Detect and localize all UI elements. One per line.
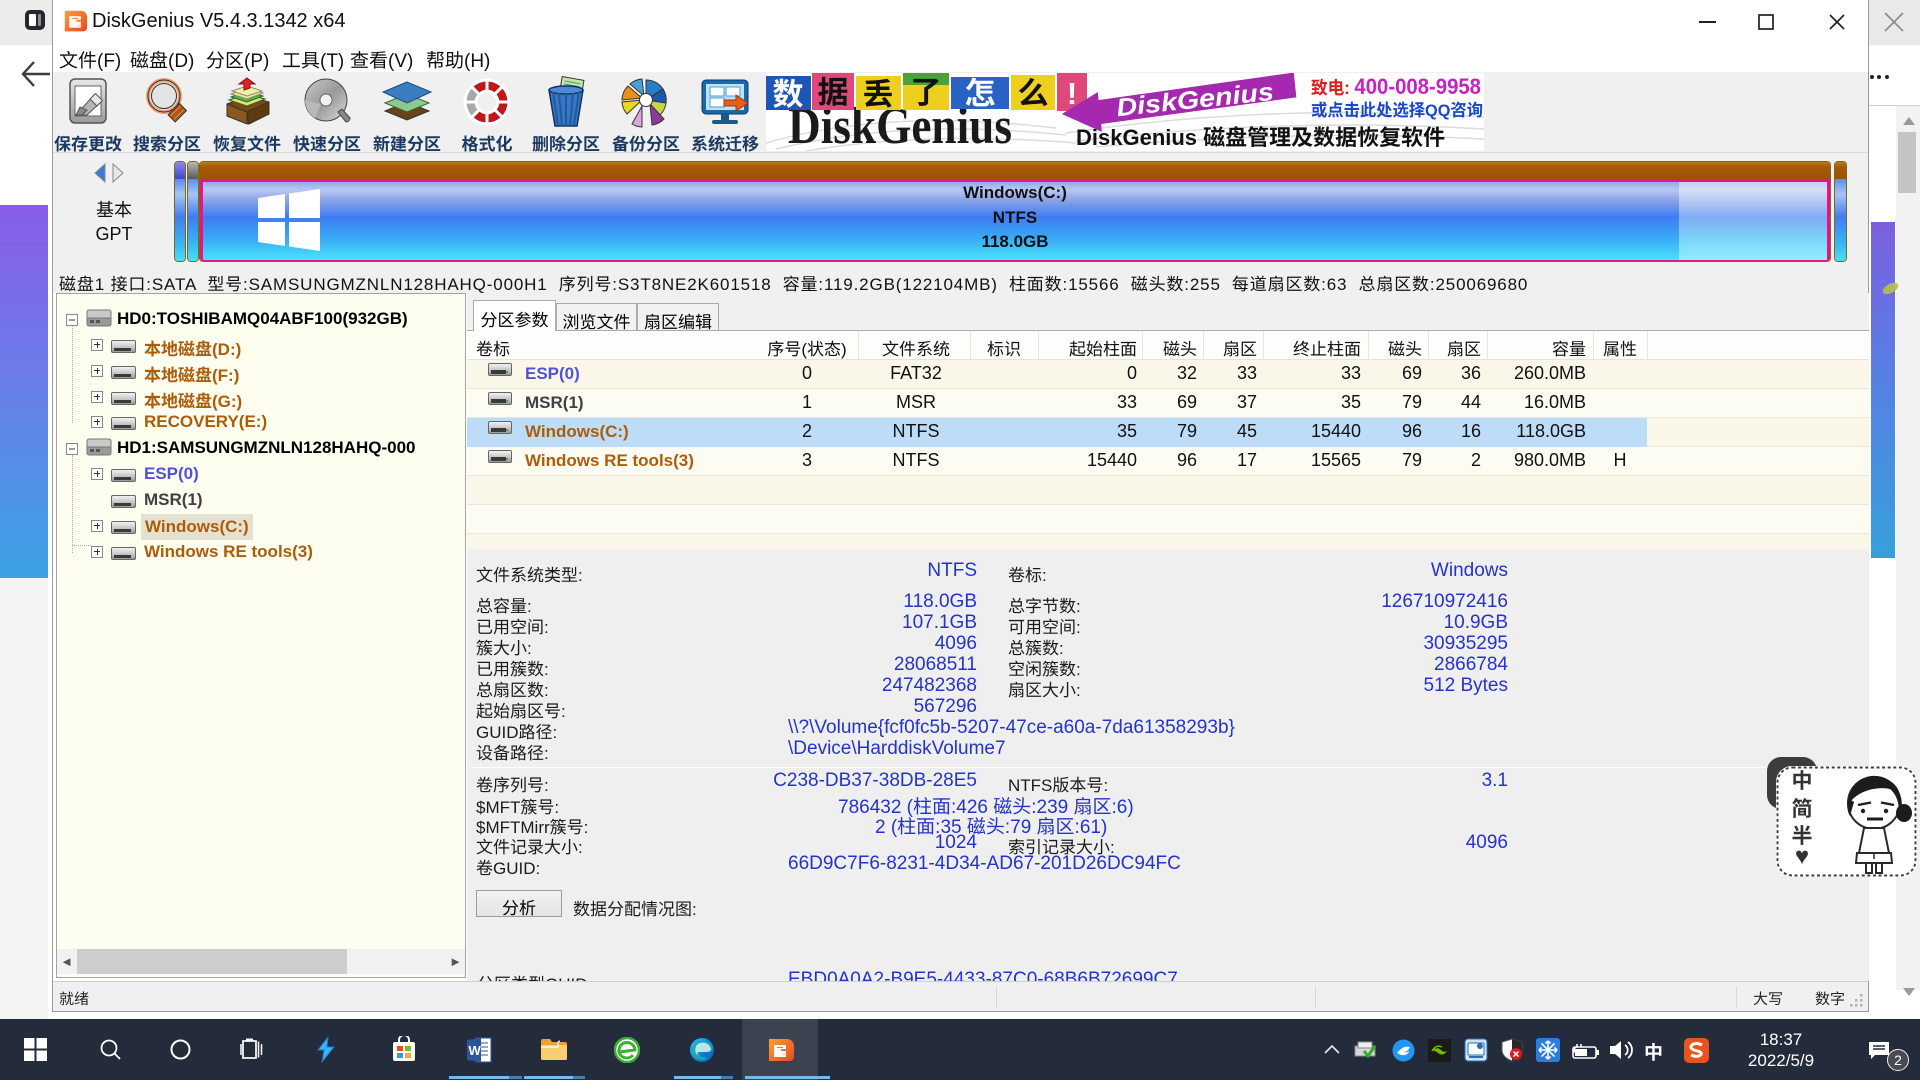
svg-text:数: 数 [773,77,804,112]
svg-text:了: 了 [911,75,942,110]
svg-text:怎: 怎 [965,76,996,111]
svg-text:或点击此处选择QQ咨询: 或点击此处选择QQ咨询 [1311,101,1483,120]
svg-text:据: 据 [818,75,849,110]
svg-text:致电: 400-008-9958: 致电: 400-008-9958 [1311,74,1481,99]
svg-text:丢: 丢 [863,77,894,112]
svg-text:么: 么 [1018,76,1049,111]
svg-text:W: W [469,1043,482,1058]
svg-text:DiskGenius 磁盘管理及数据恢复软件: DiskGenius 磁盘管理及数据恢复软件 [1076,125,1445,150]
